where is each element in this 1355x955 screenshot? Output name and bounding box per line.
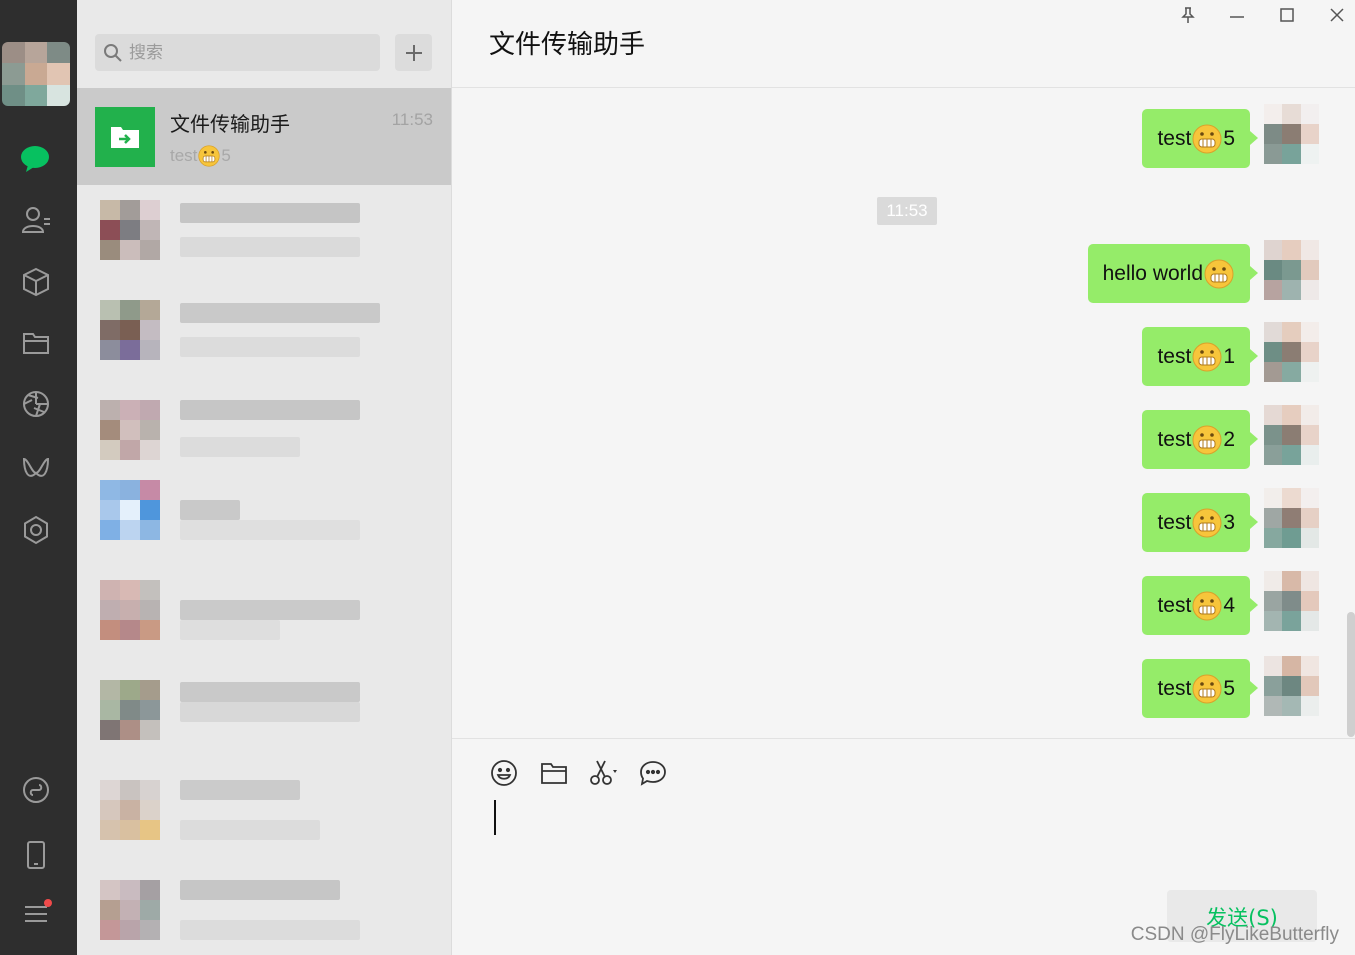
link-icon[interactable]: [16, 770, 56, 810]
chat-icon[interactable]: [16, 139, 56, 179]
close-icon[interactable]: [1326, 4, 1348, 26]
chat-item-blurred[interactable]: [77, 287, 451, 387]
chat-item-blurred[interactable]: [77, 767, 451, 867]
chat-item-name: 文件传输助手: [170, 112, 290, 136]
page-title: 文件传输助手: [489, 30, 646, 60]
grimace-emoji-icon: [1192, 591, 1222, 620]
sender-avatar[interactable]: [1264, 405, 1319, 465]
grimace-emoji-icon: [198, 145, 221, 167]
chat-pane: 文件传输助手 test 5 hello world test 1 test 2 test 3 te…: [451, 0, 1355, 955]
message-text-suffix: 3: [1223, 510, 1235, 534]
grimace-emoji-icon: [1192, 342, 1222, 371]
plus-icon: [405, 44, 422, 61]
nav-rail: [0, 0, 77, 955]
message-bubble[interactable]: test 3: [1142, 493, 1258, 552]
add-button[interactable]: [395, 34, 432, 71]
grimace-emoji-icon: [1192, 674, 1222, 703]
sender-avatar[interactable]: [1264, 240, 1319, 300]
chat-item-blurred[interactable]: [77, 867, 451, 955]
chat-item-blurred[interactable]: [77, 667, 451, 767]
emoji-icon[interactable]: [489, 758, 519, 788]
message-text: test: [1157, 676, 1192, 700]
sender-avatar[interactable]: [1264, 104, 1319, 164]
chat-history-icon[interactable]: [638, 758, 668, 788]
chat-item-blurred[interactable]: [77, 567, 451, 667]
wechat-window: 文件传输助手 11:53 test 5: [0, 0, 1355, 955]
message-text: test: [1157, 344, 1192, 368]
message-bubble[interactable]: test 2: [1142, 410, 1258, 469]
grimace-emoji-icon: [1192, 425, 1222, 454]
header-divider: [452, 87, 1355, 88]
channels-icon[interactable]: [16, 449, 56, 489]
folder-icon[interactable]: [539, 758, 569, 788]
scrollbar[interactable]: [1347, 612, 1355, 737]
message-bubble[interactable]: hello world: [1087, 244, 1259, 303]
chat-item-preview: test 5: [170, 145, 231, 167]
sender-avatar[interactable]: [1264, 656, 1319, 716]
message-bubble[interactable]: test 4: [1142, 576, 1258, 635]
pin-icon[interactable]: [1177, 4, 1199, 26]
chat-item-file-transfer[interactable]: 文件传输助手 11:53 test 5: [77, 88, 451, 185]
message-text-suffix: 5: [1223, 126, 1235, 150]
maximize-icon[interactable]: [1276, 4, 1298, 26]
watermark: CSDN @FlyLikeButterfly: [1130, 924, 1339, 945]
grimace-emoji-icon: [1204, 259, 1234, 288]
conversation-list: 文件传输助手 11:53 test 5: [77, 0, 451, 955]
preview-suffix: 5: [221, 146, 231, 165]
message-text-suffix: 5: [1223, 676, 1235, 700]
search-icon: [104, 43, 122, 62]
input-divider: [452, 738, 1355, 739]
message-text-suffix: 1: [1223, 344, 1235, 368]
search-input[interactable]: [129, 42, 369, 63]
phone-icon[interactable]: [16, 835, 56, 875]
settings-menu-icon[interactable]: [16, 894, 56, 934]
message-timestamp: 11:53: [877, 197, 937, 225]
user-avatar[interactable]: [2, 42, 70, 106]
file-transfer-icon: [95, 107, 155, 167]
moments-icon[interactable]: [16, 384, 56, 424]
search-box[interactable]: [95, 34, 380, 71]
grimace-emoji-icon: [1192, 508, 1222, 537]
chat-item-time: 11:53: [391, 110, 433, 129]
contacts-icon[interactable]: [16, 200, 56, 240]
screenshot-scissors-icon[interactable]: [589, 758, 619, 788]
message-text: test: [1157, 510, 1192, 534]
message-text-suffix: 2: [1223, 427, 1235, 451]
chat-item-blurred[interactable]: [77, 187, 451, 287]
message-bubble[interactable]: test 5: [1142, 659, 1258, 718]
preview-text: test: [170, 146, 198, 165]
message-text: test: [1157, 126, 1192, 150]
chat-item-blurred[interactable]: [77, 467, 451, 567]
sender-avatar[interactable]: [1264, 322, 1319, 382]
favorites-icon[interactable]: [16, 262, 56, 302]
grimace-emoji-icon: [1192, 124, 1222, 153]
message-text: test: [1157, 593, 1192, 617]
sender-avatar[interactable]: [1264, 571, 1319, 631]
mini-programs-icon[interactable]: [16, 510, 56, 550]
message-bubble[interactable]: test 5: [1142, 109, 1258, 168]
message-text: test: [1157, 427, 1192, 451]
message-text: hello world: [1102, 261, 1203, 285]
message-bubble[interactable]: test 1: [1142, 327, 1258, 386]
message-text-suffix: 4: [1223, 593, 1235, 617]
sender-avatar[interactable]: [1264, 488, 1319, 548]
text-input-caret[interactable]: [494, 800, 496, 835]
minimize-icon[interactable]: [1226, 4, 1248, 26]
files-icon[interactable]: [16, 323, 56, 363]
